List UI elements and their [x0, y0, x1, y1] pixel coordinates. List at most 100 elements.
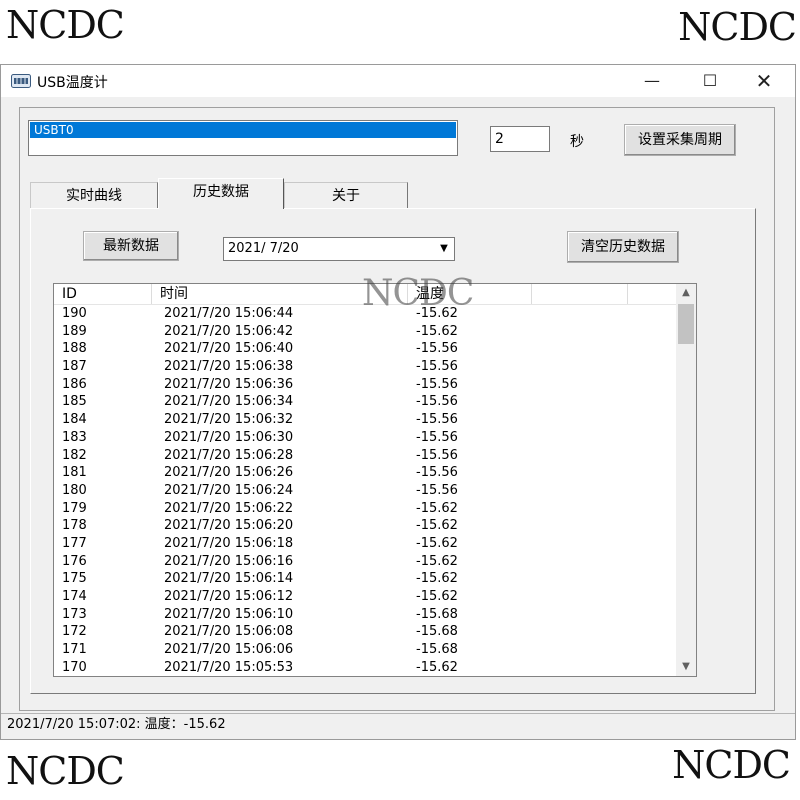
row-temperature-cell: -15.62 [416, 535, 458, 551]
column-header-temperature[interactable]: 温度 [408, 284, 532, 304]
date-select-value: 2021/ 7/20 [228, 241, 299, 256]
table-row[interactable]: 180 2021/7/20 15:06:24 -15.56 [54, 482, 674, 500]
row-time-cell: 2021/7/20 15:06:12 [164, 589, 294, 604]
row-id-cell: 187 [62, 359, 87, 375]
history-table[interactable]: ID 时间 温度 190 2021/7/20 15:06:44 -15.62 189 2… [53, 283, 697, 677]
row-temperature-cell: -15.68 [416, 642, 458, 658]
row-temperature-cell: -15.56 [416, 465, 458, 481]
table-row[interactable]: 174 2021/7/20 15:06:12 -15.62 [54, 588, 674, 606]
maximize-button[interactable]: ☐ [687, 65, 733, 97]
table-row[interactable]: 175 2021/7/20 15:06:14 -15.62 [54, 570, 674, 588]
row-id-cell: 175 [62, 571, 87, 587]
row-id-cell: 171 [62, 642, 87, 658]
tab-history-data[interactable]: 历史数据 [158, 178, 284, 209]
row-temperature-cell: -15.56 [416, 376, 458, 392]
minimize-button[interactable]: — [629, 65, 675, 97]
row-id-cell: 184 [62, 412, 87, 428]
row-id-cell: 185 [62, 394, 87, 410]
row-time-cell: 2021/7/20 15:06:34 [164, 394, 294, 410]
row-temperature-cell: -15.62 [416, 571, 458, 587]
table-row[interactable]: 172 2021/7/20 15:06:08 -15.68 [54, 623, 674, 641]
tab-about[interactable]: 关于 [284, 182, 408, 208]
tab-realtime-curve[interactable]: 实时曲线 [30, 182, 158, 208]
watermark-bottom-right: NCDC [672, 743, 791, 787]
scroll-thumb[interactable] [678, 304, 694, 344]
scroll-up-icon[interactable]: ▲ [676, 284, 696, 302]
row-time-cell: 2021/7/20 15:06:32 [164, 412, 294, 428]
table-row[interactable]: 183 2021/7/20 15:06:30 -15.56 [54, 429, 674, 447]
row-temperature-cell: -15.62 [416, 659, 458, 675]
table-row[interactable]: 173 2021/7/20 15:06:10 -15.68 [54, 606, 674, 624]
row-time-cell: 2021/7/20 15:06:16 [164, 553, 294, 569]
chevron-down-icon[interactable]: ▼ [436, 240, 452, 258]
date-select[interactable]: 2021/ 7/20 ▼ [223, 237, 455, 261]
row-id-cell: 170 [62, 659, 87, 675]
set-sampling-period-button[interactable]: 设置采集周期 [624, 124, 736, 156]
row-id-cell: 189 [62, 323, 87, 339]
row-id-cell: 176 [62, 553, 87, 569]
title-bar[interactable]: USB温度计 — ☐ ✕ [1, 65, 795, 97]
row-id-cell: 179 [62, 500, 87, 516]
table-row[interactable]: 179 2021/7/20 15:06:22 -15.62 [54, 500, 674, 518]
row-temperature-cell: -15.56 [416, 429, 458, 445]
table-row[interactable]: 185 2021/7/20 15:06:34 -15.56 [54, 393, 674, 411]
row-id-cell: 183 [62, 429, 87, 445]
table-row[interactable]: 190 2021/7/20 15:06:44 -15.62 [54, 305, 674, 323]
table-header: ID 时间 温度 [54, 284, 678, 305]
sampling-period-input[interactable] [490, 126, 550, 152]
row-temperature-cell: -15.56 [416, 359, 458, 375]
table-row[interactable]: 189 2021/7/20 15:06:42 -15.62 [54, 323, 674, 341]
table-row[interactable]: 178 2021/7/20 15:06:20 -15.62 [54, 517, 674, 535]
device-list-item[interactable]: USBT0 [30, 122, 456, 138]
client-area: USBT0 秒 设置采集周期 实时曲线 历史数据 关于 最新数据 2021/ 7… [19, 107, 775, 711]
row-temperature-cell: -15.56 [416, 447, 458, 463]
watermark-top-right: NCDC [678, 5, 797, 49]
watermark-bottom-left: NCDC [6, 749, 125, 793]
row-temperature-cell: -15.62 [416, 500, 458, 516]
latest-data-button[interactable]: 最新数据 [83, 231, 179, 261]
table-row[interactable]: 170 2021/7/20 15:05:53 -15.62 [54, 659, 674, 676]
row-time-cell: 2021/7/20 15:06:10 [164, 606, 294, 622]
watermark-top-left: NCDC [6, 3, 125, 47]
vertical-scrollbar[interactable]: ▲ ▼ [676, 284, 696, 676]
table-row[interactable]: 176 2021/7/20 15:06:16 -15.62 [54, 553, 674, 571]
row-id-cell: 186 [62, 376, 87, 392]
table-row[interactable]: 171 2021/7/20 15:06:06 -15.68 [54, 641, 674, 659]
column-header-id[interactable]: ID [54, 284, 152, 304]
row-id-cell: 174 [62, 589, 87, 604]
row-id-cell: 180 [62, 482, 87, 498]
column-header-extra[interactable] [532, 284, 628, 304]
row-temperature-cell: -15.62 [416, 306, 458, 321]
row-time-cell: 2021/7/20 15:06:44 [164, 306, 294, 321]
row-time-cell: 2021/7/20 15:06:26 [164, 465, 294, 481]
row-time-cell: 2021/7/20 15:05:53 [164, 659, 294, 675]
row-temperature-cell: -15.68 [416, 624, 458, 640]
close-button[interactable]: ✕ [741, 65, 787, 97]
table-row[interactable]: 188 2021/7/20 15:06:40 -15.56 [54, 340, 674, 358]
row-time-cell: 2021/7/20 15:06:30 [164, 429, 294, 445]
app-window: USB温度计 — ☐ ✕ USBT0 秒 设置采集周期 实时曲线 历史数据 关于… [0, 64, 796, 740]
row-time-cell: 2021/7/20 15:06:06 [164, 642, 294, 658]
table-row[interactable]: 181 2021/7/20 15:06:26 -15.56 [54, 464, 674, 482]
table-row[interactable]: 184 2021/7/20 15:06:32 -15.56 [54, 411, 674, 429]
row-temperature-cell: -15.62 [416, 518, 458, 534]
table-row[interactable]: 177 2021/7/20 15:06:18 -15.62 [54, 535, 674, 553]
row-id-cell: 178 [62, 518, 87, 534]
table-row[interactable]: 186 2021/7/20 15:06:36 -15.56 [54, 376, 674, 394]
row-id-cell: 181 [62, 465, 87, 481]
row-time-cell: 2021/7/20 15:06:22 [164, 500, 294, 516]
row-temperature-cell: -15.56 [416, 482, 458, 498]
column-header-time[interactable]: 时间 [152, 284, 408, 304]
table-row[interactable]: 187 2021/7/20 15:06:38 -15.56 [54, 358, 674, 376]
row-time-cell: 2021/7/20 15:06:20 [164, 518, 294, 534]
status-bar: 2021/7/20 15:07:02: 温度：-15.62 [1, 713, 795, 737]
thermometer-app-icon [11, 74, 31, 88]
row-id-cell: 190 [62, 306, 87, 321]
device-list[interactable]: USBT0 [28, 120, 458, 156]
table-row[interactable]: 182 2021/7/20 15:06:28 -15.56 [54, 447, 674, 465]
row-id-cell: 173 [62, 606, 87, 622]
row-time-cell: 2021/7/20 15:06:38 [164, 359, 294, 375]
clear-history-button[interactable]: 清空历史数据 [567, 231, 679, 263]
row-time-cell: 2021/7/20 15:06:36 [164, 376, 294, 392]
scroll-down-icon[interactable]: ▼ [676, 658, 696, 676]
